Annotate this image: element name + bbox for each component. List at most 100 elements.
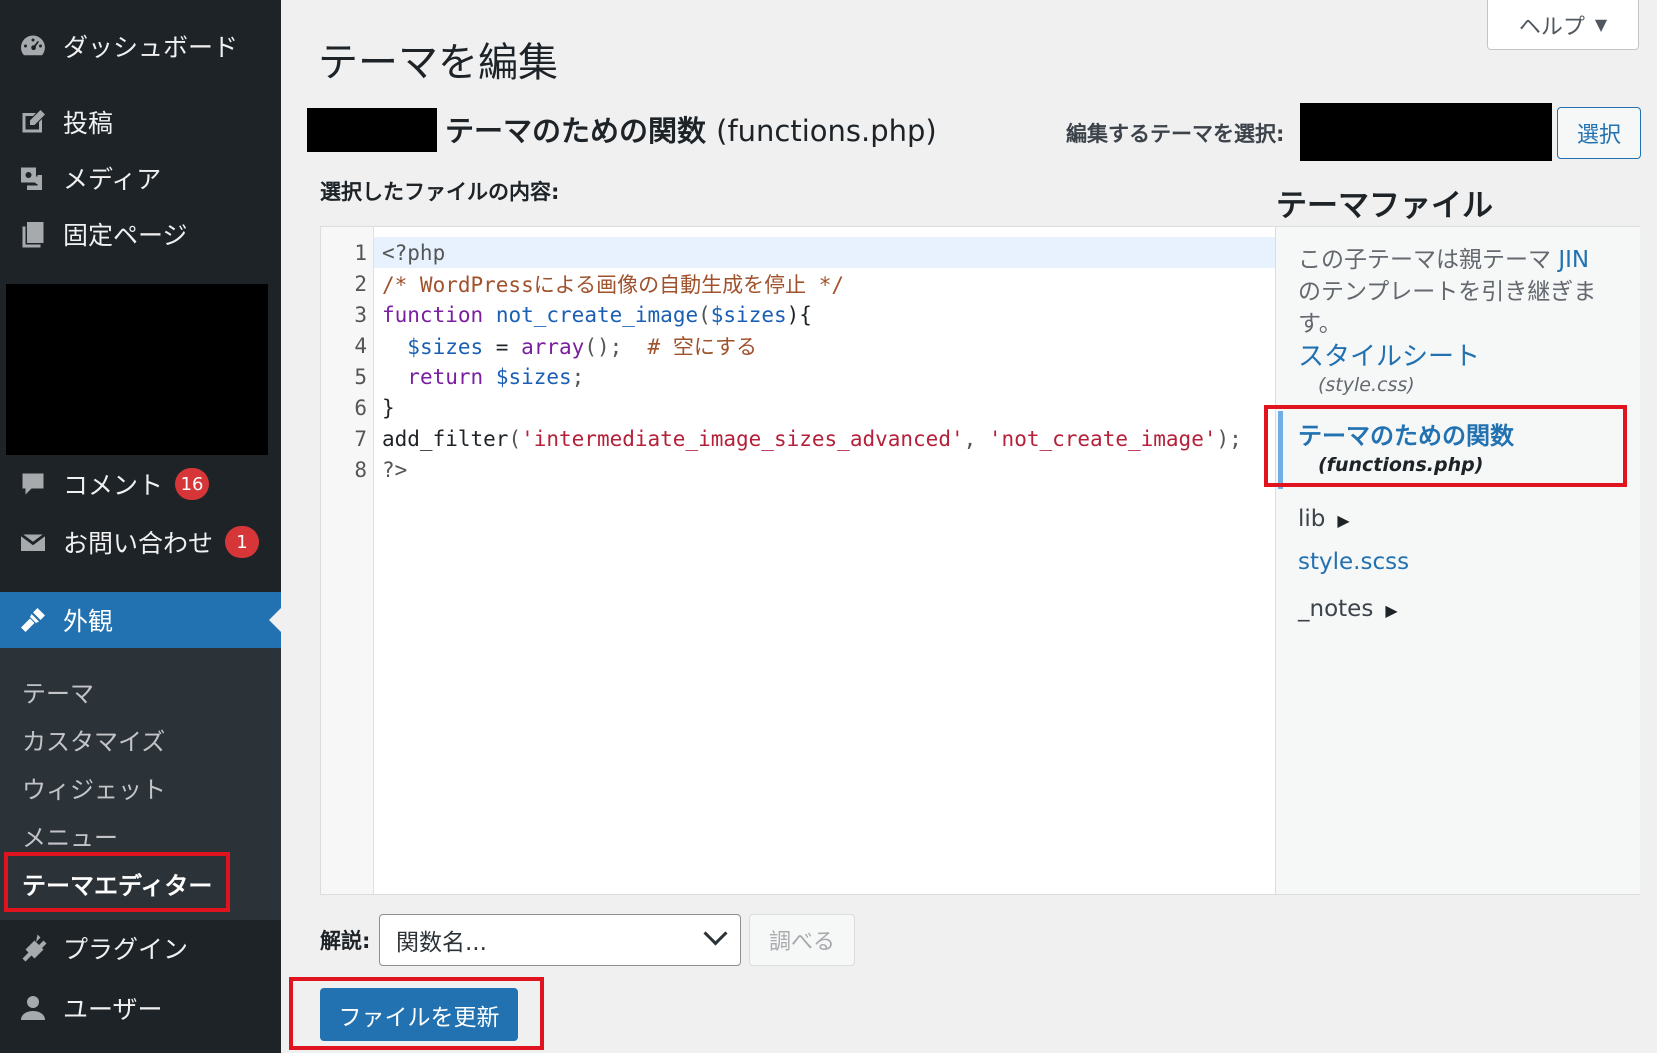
code-text: ?> bbox=[382, 458, 407, 482]
plugin-icon bbox=[17, 932, 49, 964]
code-line: 7 add_filter('intermediate_image_sizes_a… bbox=[321, 423, 1241, 454]
menu-pages[interactable]: 固定ページ bbox=[0, 206, 281, 262]
user-icon bbox=[17, 992, 49, 1024]
submenu-menus[interactable]: メニュー bbox=[22, 818, 118, 853]
code-variable: $sizes bbox=[495, 364, 572, 389]
function-select[interactable]: 関数名... bbox=[379, 914, 741, 966]
theme-files-title: テーマファイル bbox=[1276, 188, 1493, 224]
code-function-call: add_filter bbox=[382, 426, 509, 451]
page-icon bbox=[17, 218, 49, 250]
menu-users-label: ユーザー bbox=[63, 995, 163, 1024]
menu-comments[interactable]: コメント 16 bbox=[0, 456, 281, 512]
code-function-name: not_create_image bbox=[495, 302, 699, 327]
theme-select-redacted[interactable] bbox=[1300, 103, 1552, 161]
code-variable: $sizes bbox=[407, 334, 484, 359]
help-button[interactable]: ヘルプ ▼ bbox=[1487, 0, 1639, 50]
code-line: 8 ?> bbox=[321, 454, 407, 485]
submenu-themes[interactable]: テーマ bbox=[22, 674, 94, 709]
php-close-tag: ?> bbox=[382, 457, 408, 482]
caret-down-icon: ▼ bbox=[1594, 15, 1608, 34]
code-variable: $sizes bbox=[710, 302, 787, 327]
code-line: 3 function not_create_image($sizes){ bbox=[321, 299, 812, 330]
lookup-button[interactable]: 調べる bbox=[749, 914, 855, 966]
post-icon bbox=[17, 106, 49, 138]
comment-count-badge: 16 bbox=[175, 468, 210, 500]
help-label: ヘルプ bbox=[1518, 14, 1585, 40]
child-theme-note: この子テーマは親テーマ JIN のテンプレートを引き継ぎます。 bbox=[1298, 244, 1618, 340]
code-punct: , bbox=[963, 426, 989, 451]
code-line: 6 } bbox=[321, 392, 394, 423]
documentation-label: 解説: bbox=[320, 929, 371, 953]
file-name-style-css: (style.css) bbox=[1318, 374, 1415, 396]
code-string: 'not_create_image' bbox=[988, 426, 1217, 451]
menu-media[interactable]: メディア bbox=[0, 150, 281, 206]
redacted-theme-name bbox=[307, 108, 437, 152]
file-link-style-scss[interactable]: style.scss bbox=[1298, 549, 1409, 575]
note-text-after: のテンプレートを引き継ぎます。 bbox=[1298, 279, 1597, 337]
line-number: 7 bbox=[354, 426, 367, 451]
line-number: 5 bbox=[354, 364, 367, 389]
menu-appearance-label: 外観 bbox=[63, 607, 114, 636]
dashboard-icon bbox=[17, 30, 49, 62]
chevron-down-icon bbox=[703, 921, 728, 946]
code-line: 4 $sizes = array(); # 空にする bbox=[321, 330, 757, 361]
code-text: function not_create_image($sizes){ bbox=[382, 303, 812, 327]
code-punct: ){ bbox=[786, 302, 812, 327]
code-punct: ( bbox=[698, 302, 711, 327]
menu-posts-label: 投稿 bbox=[63, 109, 114, 138]
file-link-stylesheet[interactable]: スタイルシート bbox=[1298, 336, 1480, 373]
code-line: 2 /* WordPressによる画像の自動生成を停止 */ bbox=[321, 268, 844, 299]
code-text: } bbox=[382, 396, 395, 420]
active-line-highlight bbox=[374, 237, 1275, 268]
line-number: 4 bbox=[354, 333, 367, 358]
redacted-menu-block bbox=[6, 284, 268, 455]
highlight-box-update bbox=[289, 977, 544, 1050]
select-theme-label: 編集するテーマを選択: bbox=[1066, 122, 1285, 146]
code-text: add_filter('intermediate_image_sizes_adv… bbox=[382, 427, 1242, 451]
menu-users[interactable]: ユーザー bbox=[0, 980, 281, 1036]
code-text: /* WordPressによる画像の自動生成を停止 */ bbox=[382, 269, 844, 299]
comment-icon bbox=[17, 468, 49, 500]
menu-appearance[interactable]: 外観 bbox=[0, 592, 281, 648]
code-comment: # 空にする bbox=[647, 334, 758, 359]
code-punct: ; bbox=[571, 364, 585, 389]
triangle-right-icon: ▶ bbox=[1385, 601, 1398, 620]
function-select-value: 関数名... bbox=[396, 930, 487, 956]
appearance-icon bbox=[17, 604, 49, 636]
code-line: 5 return $sizes; bbox=[321, 361, 584, 392]
menu-contact[interactable]: お問い合わせ 1 bbox=[0, 514, 281, 570]
menu-plugins[interactable]: プラグイン bbox=[0, 920, 281, 976]
line-number: 6 bbox=[354, 395, 367, 420]
parent-theme-link[interactable]: JIN bbox=[1558, 247, 1589, 273]
submenu-customize[interactable]: カスタマイズ bbox=[22, 722, 165, 757]
submenu-widgets[interactable]: ウィジェット bbox=[22, 770, 166, 805]
code-text: $sizes = array(); # 空にする bbox=[382, 331, 757, 361]
code-keyword: return bbox=[407, 364, 484, 389]
select-theme-button[interactable]: 選択 bbox=[1557, 107, 1641, 159]
menu-plugins-label: プラグイン bbox=[63, 935, 189, 964]
folder-notes-label: _notes bbox=[1298, 596, 1374, 622]
line-number: 1 bbox=[354, 240, 367, 265]
menu-dashboard-label: ダッシュボード bbox=[63, 33, 239, 62]
note-text-before: この子テーマは親テーマ bbox=[1298, 247, 1559, 273]
code-keyword: array bbox=[521, 334, 585, 359]
code-string: 'intermediate_image_sizes_advanced' bbox=[521, 426, 964, 451]
media-icon bbox=[17, 162, 49, 194]
php-open-tag: <?php bbox=[382, 240, 446, 265]
file-heading-label: テーマのための関数 bbox=[445, 114, 707, 148]
page-title: テーマを編集 bbox=[318, 40, 558, 86]
code-operator: = bbox=[483, 334, 522, 359]
highlight-box-theme-editor bbox=[4, 852, 230, 912]
file-heading: テーマのための関数 (functions.php) bbox=[445, 108, 937, 150]
code-editor[interactable]: 1 <?php 2 /* WordPressによる画像の自動生成を停止 */ 3… bbox=[320, 226, 1276, 895]
menu-posts[interactable]: 投稿 bbox=[0, 94, 281, 150]
menu-pages-label: 固定ページ bbox=[63, 221, 188, 250]
code-comment: /* WordPressによる画像の自動生成を停止 */ bbox=[382, 272, 845, 297]
folder-lib[interactable]: lib ▶ bbox=[1298, 506, 1350, 532]
line-number: 2 bbox=[354, 271, 367, 296]
code-punct: ); bbox=[1216, 426, 1242, 451]
line-number: 8 bbox=[354, 457, 367, 482]
folder-notes[interactable]: _notes ▶ bbox=[1298, 596, 1398, 622]
menu-dashboard[interactable]: ダッシュボード bbox=[0, 18, 281, 74]
menu-comments-label: コメント bbox=[63, 471, 164, 500]
